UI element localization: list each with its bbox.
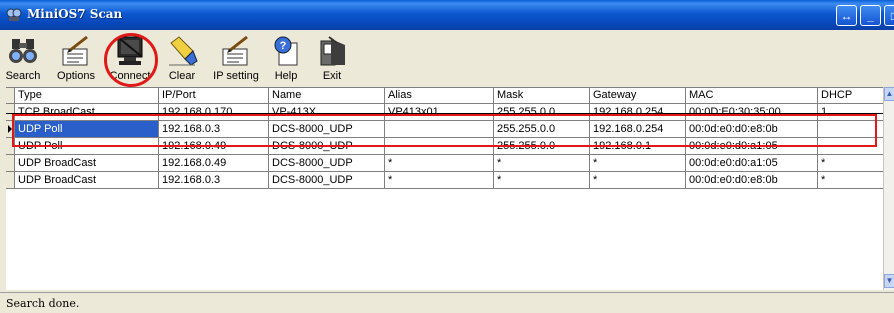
column-header-type[interactable]: Type — [15, 88, 159, 104]
table-row[interactable]: UDP BroadCast 192.168.0.49 DCS-8000_UDP … — [6, 155, 888, 172]
column-header-mac[interactable]: MAC — [686, 88, 818, 104]
status-bar: Search done. — [0, 292, 894, 313]
cell-mask: * — [494, 172, 590, 189]
restore-button[interactable]: ↔ — [836, 5, 857, 26]
cell-mask: * — [494, 155, 590, 172]
cell-type: UDP BroadCast — [15, 172, 159, 189]
cell-ip-port: 192.168.0.49 — [159, 155, 269, 172]
column-header-gateway[interactable]: Gateway — [590, 88, 686, 104]
cell-ip-port: 192.168.0.3 — [159, 172, 269, 189]
column-header-name[interactable]: Name — [269, 88, 385, 104]
column-header-mask[interactable]: Mask — [494, 88, 590, 104]
exit-button[interactable]: Exit — [310, 32, 354, 84]
app-icon — [6, 8, 22, 21]
cell-alias: * — [385, 155, 494, 172]
cell-name: DCS-8000_UDP — [269, 172, 385, 189]
table-row[interactable]: UDP BroadCast 192.168.0.3 DCS-8000_UDP *… — [6, 172, 888, 189]
exit-icon — [320, 36, 345, 66]
minimize-button[interactable]: _ — [860, 5, 881, 26]
search-label: Search — [5, 70, 41, 82]
cell-mac: 00:0d:e0:d0:e8:0b — [686, 172, 818, 189]
ip-setting-icon — [222, 35, 248, 66]
svg-text:?: ? — [280, 40, 287, 52]
cell-mac: 00:0d:e0:d0:a1:05 — [686, 155, 818, 172]
column-header-alias[interactable]: Alias — [385, 88, 494, 104]
cell-type: UDP BroadCast — [15, 155, 159, 172]
column-header-dhcp[interactable]: DHCP — [818, 88, 888, 104]
cell-name: DCS-8000_UDP — [269, 155, 385, 172]
options-button[interactable]: Options — [50, 32, 102, 84]
header-indicator — [6, 88, 15, 104]
table-header: Type IP/Port Name Alias Mask Gateway MAC… — [6, 88, 888, 104]
search-button[interactable]: Search — [2, 32, 44, 84]
ip-setting-label: IP setting — [213, 70, 259, 82]
window-title: MiniOS7 Scan — [27, 7, 123, 21]
help-button[interactable]: ? Help — [266, 32, 306, 84]
cell-gateway: * — [590, 172, 686, 189]
connect-annotation-circle — [104, 33, 158, 87]
status-text: Search done. — [6, 297, 80, 310]
binoculars-icon — [9, 39, 37, 63]
main-window: MiniOS7 Scan ↔ _ □ X Search — [0, 0, 894, 313]
options-label: Options — [57, 70, 95, 82]
scroll-up-icon[interactable]: ▲ — [884, 87, 894, 101]
cell-dhcp: * — [818, 155, 888, 172]
row-annotation-box — [12, 114, 877, 147]
scroll-down-icon[interactable]: ▼ — [884, 274, 894, 288]
vertical-scrollbar[interactable]: ▲ ▼ — [883, 87, 894, 290]
clear-button[interactable]: Clear — [160, 32, 204, 84]
clear-label: Clear — [168, 70, 196, 82]
title-bar: MiniOS7 Scan ↔ _ □ X — [0, 0, 894, 30]
maximize-button[interactable]: □ — [884, 5, 894, 26]
help-icon: ? — [274, 36, 298, 66]
exit-label: Exit — [322, 70, 342, 82]
row-indicator — [6, 172, 15, 189]
ip-setting-button[interactable]: IP setting — [206, 32, 266, 84]
clear-icon — [169, 36, 198, 66]
cell-alias: * — [385, 172, 494, 189]
help-label: Help — [274, 70, 298, 82]
cell-dhcp: * — [818, 172, 888, 189]
column-header-ip-port[interactable]: IP/Port — [159, 88, 269, 104]
row-indicator — [6, 155, 15, 172]
options-icon — [62, 35, 88, 66]
cell-gateway: * — [590, 155, 686, 172]
